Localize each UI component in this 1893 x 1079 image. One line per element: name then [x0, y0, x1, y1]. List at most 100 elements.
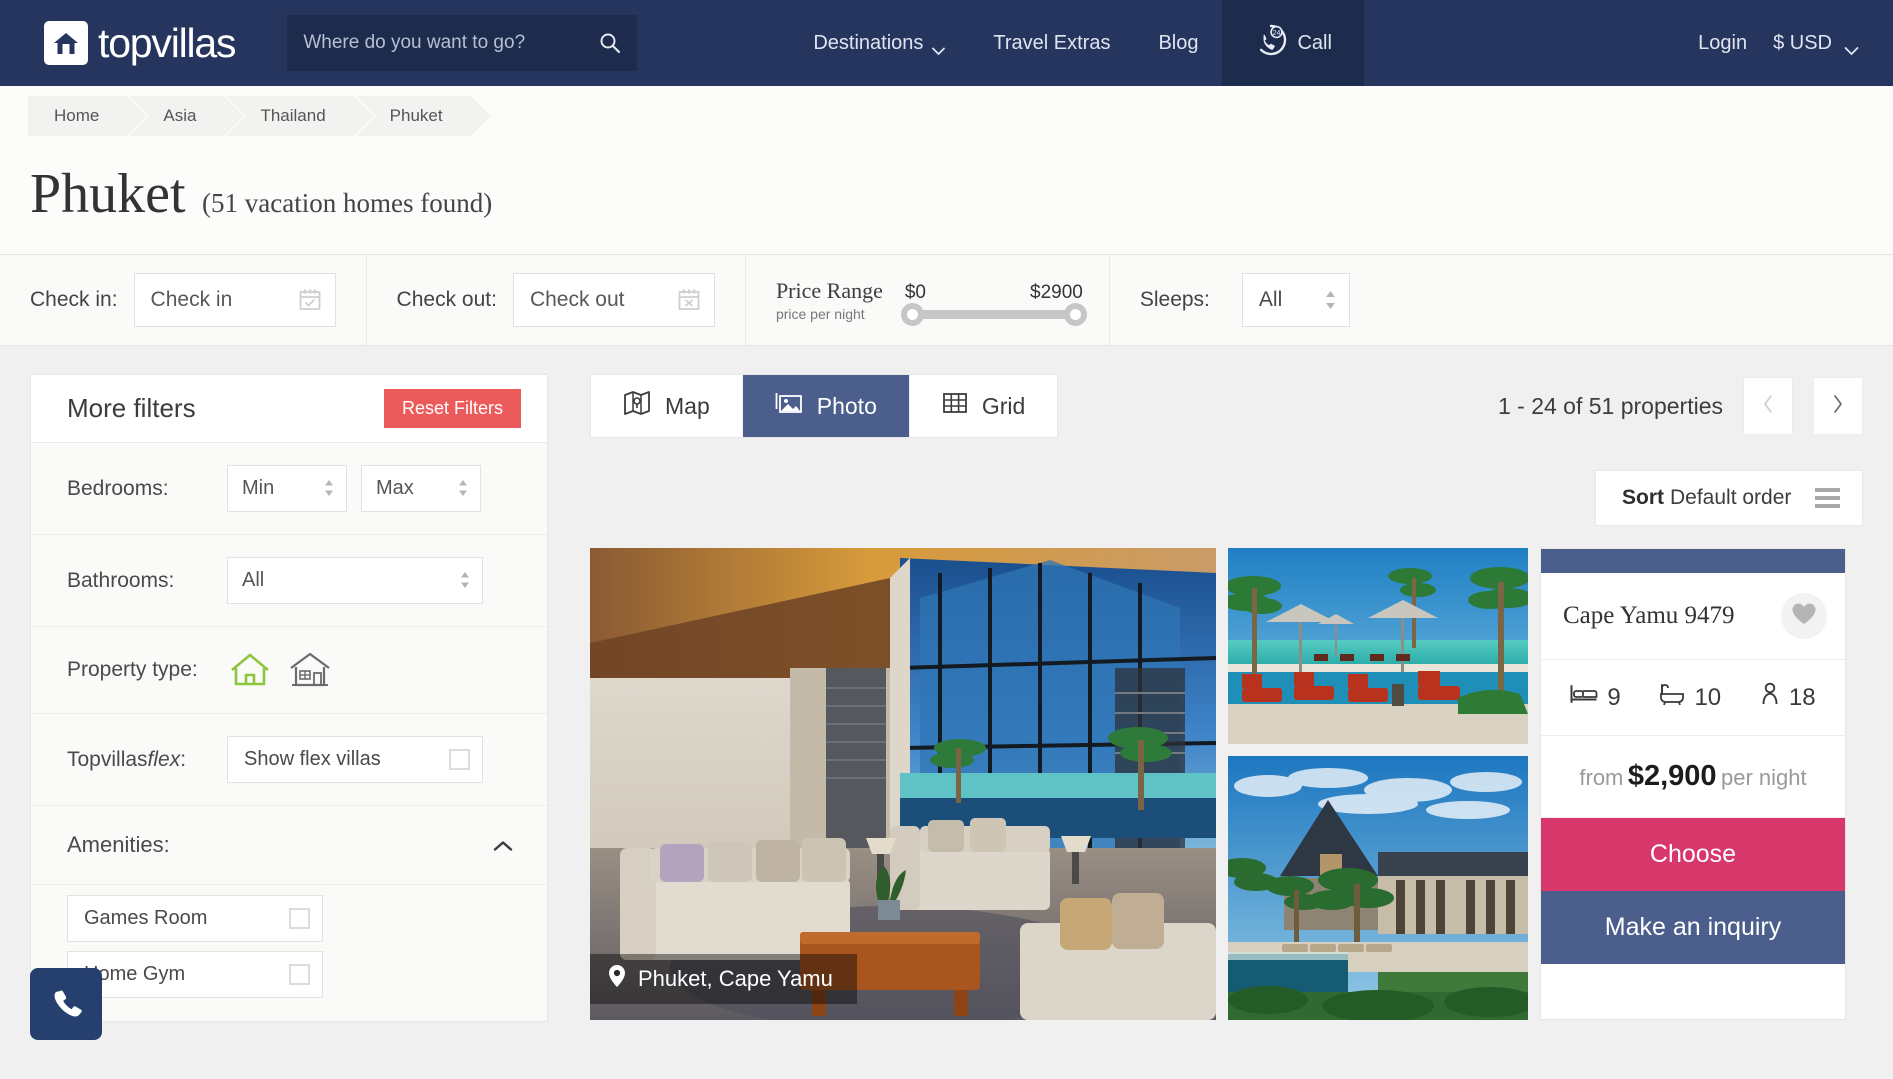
checkout-input[interactable]: Check out: [512, 273, 715, 327]
chevron-right-icon: [1832, 394, 1844, 419]
sort-row: Sort Default order: [590, 470, 1863, 526]
property-stats: 9 10 18: [1541, 660, 1845, 736]
search-input[interactable]: [303, 32, 600, 54]
bedrooms-label: Bedrooms:: [67, 476, 169, 500]
nav-item-destinations[interactable]: Destinations: [789, 0, 969, 86]
phone-icon: [48, 984, 84, 1025]
breadcrumb-label: Phuket: [389, 106, 443, 125]
property-name: Cape Yamu 9479: [1563, 602, 1735, 629]
sort-select[interactable]: Sort Default order: [1595, 470, 1863, 526]
nav-label: Destinations: [813, 31, 924, 54]
sort-value: Default order: [1670, 486, 1792, 509]
heart-icon: [1791, 602, 1817, 631]
stat-sleeps: 18: [1760, 682, 1816, 713]
stat-value: 10: [1694, 683, 1722, 711]
search-filter-bar: Check in: Check in Check out: Check out: [0, 254, 1893, 346]
sleeps-label: Sleeps:: [1139, 288, 1210, 311]
amenity-games-room[interactable]: Games Room: [67, 895, 323, 942]
property-thumb-2[interactable]: [1228, 756, 1528, 1020]
bathrooms-row: Bathrooms: All: [31, 535, 547, 627]
property-thumb-1[interactable]: [1228, 548, 1528, 744]
checkin-input[interactable]: Check in: [133, 273, 336, 327]
breadcrumb: Home Asia Thailand Phuket: [28, 96, 493, 136]
bedrooms-row: Bedrooms: Min Max: [31, 443, 547, 535]
amenity-checkbox[interactable]: [289, 964, 310, 985]
bathrooms-value: All: [242, 569, 265, 591]
breadcrumb-label: Thailand: [260, 106, 326, 125]
price-slider[interactable]: $0 $2900: [900, 281, 1087, 326]
favorite-button[interactable]: [1781, 593, 1827, 639]
currency-label: $ USD: [1773, 31, 1832, 54]
spinner-icon: [459, 569, 472, 593]
house-detailed-icon[interactable]: [287, 649, 333, 691]
price-slider-max-handle[interactable]: [1063, 302, 1087, 326]
property-thumbnails: [1228, 548, 1528, 1020]
make-inquiry-button[interactable]: Make an inquiry: [1541, 891, 1845, 964]
flex-checkbox[interactable]: [449, 749, 470, 770]
property-info-panel: Cape Yamu 9479 9 10 18 from $2,900 per n…: [1540, 548, 1846, 1020]
list-icon: [1815, 488, 1840, 508]
breadcrumb-item-home[interactable]: Home: [28, 96, 150, 136]
flex-label-plain: Topvillas: [67, 747, 148, 771]
amenities-header[interactable]: Amenities:: [31, 806, 547, 885]
tab-grid[interactable]: Grid: [910, 375, 1057, 437]
spinner-icon: [323, 477, 336, 501]
property-name-row: Cape Yamu 9479: [1541, 573, 1845, 660]
nav-label: Call: [1297, 31, 1332, 54]
amenity-home-gym[interactable]: Home Gym: [67, 951, 323, 998]
checkin-label: Check in:: [30, 288, 118, 311]
price-slider-track[interactable]: [900, 302, 1087, 326]
flex-option-label: Show flex villas: [244, 748, 381, 770]
price-range-cell: Price Range price per night $0 $2900: [746, 254, 1110, 346]
property-price: from $2,900 per night: [1541, 736, 1845, 818]
price-slider-min-handle[interactable]: [900, 302, 924, 326]
flex-label-italic: flex: [147, 747, 181, 771]
property-type-label: Property type:: [67, 658, 198, 682]
stat-bedrooms: 9: [1570, 683, 1621, 712]
login-link[interactable]: Login: [1698, 32, 1747, 55]
nav-item-travel-extras[interactable]: Travel Extras: [969, 0, 1134, 86]
amenity-label: Games Room: [84, 907, 208, 929]
info-accent-bar: [1541, 549, 1845, 573]
price-range-label: Price Range: [775, 278, 883, 303]
nav-item-call[interactable]: 24 Call: [1222, 0, 1364, 86]
price-value: $2,900: [1627, 760, 1717, 792]
house-icon: [44, 21, 88, 65]
chevron-down-icon: [932, 39, 946, 55]
calendar-x-icon: [676, 287, 702, 313]
checkin-cell: Check in: Check in: [0, 254, 367, 346]
search-box[interactable]: [287, 15, 638, 71]
caret-up-icon: [493, 839, 513, 851]
spinner-icon: [457, 477, 470, 501]
villa-interior-photo: [590, 548, 1216, 1020]
results-pager: 1 - 24 of 51 properties: [1498, 377, 1863, 435]
search-icon[interactable]: [599, 32, 621, 54]
nav-item-blog[interactable]: Blog: [1134, 0, 1222, 86]
sleeps-select[interactable]: All: [1241, 273, 1350, 327]
currency-selector[interactable]: $ USD: [1773, 31, 1859, 55]
reset-filters-button[interactable]: Reset Filters: [383, 389, 521, 428]
tab-map[interactable]: Map: [591, 375, 743, 437]
tab-label: Map: [665, 392, 710, 419]
pool-beach-photo: [1228, 548, 1528, 744]
view-tabs: Map Photo Grid: [590, 374, 1059, 438]
bedrooms-max-select[interactable]: Max: [361, 465, 481, 512]
amenity-checkbox[interactable]: [289, 908, 310, 929]
tab-photo[interactable]: Photo: [742, 375, 910, 437]
logo[interactable]: topvillas: [44, 20, 237, 67]
header-right-cluster: Login $ USD: [1698, 31, 1859, 55]
main-nav: Destinations Travel Extras Blog 24 Call: [789, 0, 1364, 86]
person-icon: [1760, 682, 1780, 713]
flex-checkbox-row[interactable]: Show flex villas: [227, 736, 483, 783]
home-outline-icon[interactable]: [227, 649, 273, 691]
property-hero-image[interactable]: Phuket, Cape Yamu: [590, 548, 1216, 1020]
call-fab-button[interactable]: [30, 968, 102, 1040]
price-max-label: $2900: [1030, 281, 1083, 303]
choose-button[interactable]: Choose: [1541, 818, 1845, 891]
price-range-sublabel: price per night: [775, 306, 865, 322]
bedrooms-min-select[interactable]: Min: [227, 465, 347, 512]
bathrooms-select[interactable]: All: [227, 557, 483, 604]
next-page-button[interactable]: [1813, 377, 1863, 435]
prev-page-button[interactable]: [1743, 377, 1793, 435]
price-per-label: per night: [1720, 765, 1807, 790]
